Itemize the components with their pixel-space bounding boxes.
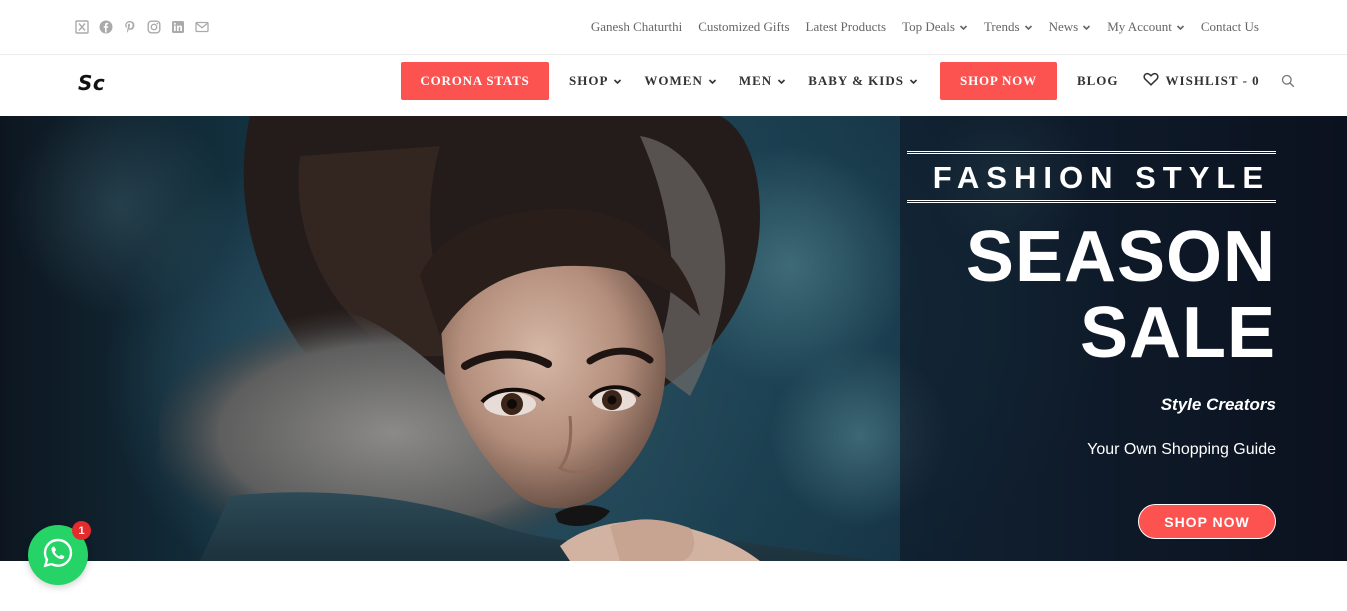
search-icon[interactable] [1281, 74, 1295, 88]
hero-headline-line-1: SEASON [965, 217, 1276, 297]
nav-label: SHOP [569, 73, 609, 88]
nav-shop[interactable]: SHOP [569, 73, 622, 89]
topnav-contact-us[interactable]: Contact Us [1201, 19, 1259, 35]
notification-badge: 1 [72, 521, 91, 540]
instagram-icon[interactable] [146, 19, 162, 35]
social-links [74, 19, 210, 35]
chevron-down-icon [959, 23, 968, 32]
topnav-customized-gifts[interactable]: Customized Gifts [698, 19, 789, 35]
top-navigation: Ganesh Chaturthi Customized Gifts Latest… [591, 19, 1259, 35]
nav-label: MEN [738, 73, 773, 88]
top-bar: Ganesh Chaturthi Customized Gifts Latest… [0, 0, 1347, 55]
corona-stats-button[interactable]: CORONA STATS [401, 62, 549, 100]
nav-men[interactable]: MEN [739, 73, 786, 89]
hero-kicker: FASHION STYLE [932, 160, 1270, 195]
hero-tagline: Style Creators [1160, 395, 1276, 414]
chevron-down-icon [1024, 23, 1033, 32]
chevron-down-icon [613, 77, 622, 86]
wishlist-label: WISHLIST - 0 [1165, 73, 1260, 88]
heart-icon [1142, 72, 1159, 90]
topnav-label: Contact Us [1200, 19, 1259, 34]
nav-label: BABY & KIDS [808, 73, 904, 88]
hero-headline-line-2: SALE [1079, 293, 1276, 373]
topnav-label: Ganesh Chaturthi [590, 19, 683, 34]
nav-women[interactable]: WOMEN [644, 73, 716, 89]
mail-icon[interactable] [194, 19, 210, 35]
nav-baby-kids[interactable]: BABY & KIDS [808, 73, 918, 89]
chevron-down-icon [1176, 23, 1185, 32]
chevron-down-icon [909, 77, 918, 86]
x-twitter-icon[interactable] [74, 19, 90, 35]
pinterest-icon[interactable] [122, 19, 138, 35]
main-navigation: CORONA STATS SHOP WOMEN MEN BABY & KIDS … [401, 62, 1295, 100]
nav-label: WOMEN [644, 73, 703, 88]
topnav-label: Customized Gifts [698, 19, 790, 34]
hero-shop-now-button[interactable]: SHOP NOW [1138, 504, 1276, 539]
site-logo[interactable]: Sc [78, 71, 105, 95]
main-header: Sc CORONA STATS SHOP WOMEN MEN BABY & KI… [0, 56, 1347, 116]
nav-label: BLOG [1076, 73, 1119, 88]
nav-wishlist[interactable]: WISHLIST - 0 [1142, 72, 1260, 90]
chevron-down-icon [777, 77, 786, 86]
topnav-label: News [1048, 19, 1079, 34]
shop-now-nav-button[interactable]: SHOP NOW [939, 62, 1057, 100]
topnav-trends[interactable]: Trends [984, 19, 1033, 35]
whatsapp-icon [42, 537, 74, 574]
chevron-down-icon [1082, 23, 1091, 32]
topnav-label: Trends [983, 19, 1020, 34]
topnav-label: Top Deals [902, 19, 955, 34]
facebook-icon[interactable] [98, 19, 114, 35]
linkedin-icon[interactable] [170, 19, 186, 35]
chevron-down-icon [708, 77, 717, 86]
topnav-top-deals[interactable]: Top Deals [902, 19, 968, 35]
topnav-label: Latest Products [805, 19, 887, 34]
hero-subtitle: Your Own Shopping Guide [1087, 441, 1276, 458]
topnav-ganesh-chaturthi[interactable]: Ganesh Chaturthi [591, 19, 682, 35]
topnav-news[interactable]: News [1049, 19, 1092, 35]
topnav-latest-products[interactable]: Latest Products [806, 19, 887, 35]
topnav-my-account[interactable]: My Account [1107, 19, 1185, 35]
hero-banner: FASHION STYLE SEASON SALE Style Creators… [0, 116, 1347, 561]
nav-blog[interactable]: BLOG [1077, 73, 1119, 89]
topnav-label: My Account [1107, 19, 1172, 34]
